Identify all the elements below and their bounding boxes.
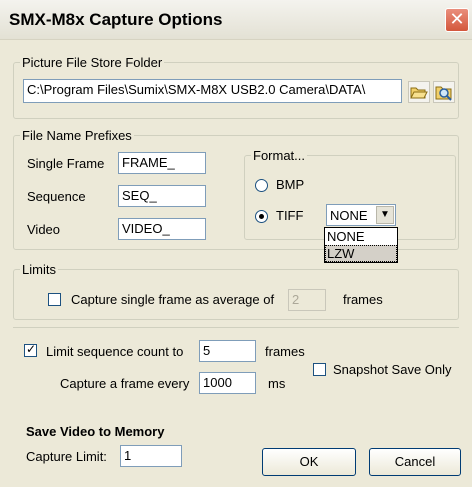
prefixes-label: File Name Prefixes — [22, 128, 132, 143]
store-folder-path-field[interactable]: C:\Program Files\Sumix\SMX-M8X USB2.0 Ca… — [23, 79, 402, 103]
compression-select[interactable]: NONE ▼ — [326, 204, 396, 226]
format-label: Format... — [253, 148, 306, 163]
limit-sequence-checkbox[interactable]: ✓ — [24, 342, 37, 357]
close-button[interactable]: ✕ — [445, 8, 469, 32]
single-frame-prefix-field[interactable]: FRAME_ — [118, 152, 206, 174]
checkmark-icon: ✓ — [26, 342, 37, 356]
tiff-radio-label: TIFF — [276, 208, 304, 223]
capture-options-dialog: SMX-M8x Capture Options ✕ Picture File S… — [0, 0, 472, 487]
average-frames-field[interactable]: 2 — [288, 289, 326, 311]
chevron-down-icon[interactable]: ▼ — [376, 206, 394, 224]
store-folder-label: Picture File Store Folder — [22, 55, 163, 70]
snapshot-only-checkbox[interactable] — [313, 363, 326, 376]
average-frames-checkbox[interactable] — [48, 293, 61, 306]
average-frames-unit: frames — [343, 292, 383, 307]
title-bar[interactable]: SMX-M8x Capture Options ✕ — [0, 0, 472, 40]
capture-limit-field[interactable]: 1 — [120, 445, 182, 467]
tiff-radio[interactable] — [255, 210, 268, 223]
separator-line — [13, 327, 459, 328]
compression-dropdown-list: NONE LZW — [324, 227, 398, 263]
video-prefix-field[interactable]: VIDEO_ — [118, 218, 206, 240]
close-icon: ✕ — [449, 9, 465, 29]
frame-interval-unit: ms — [268, 376, 286, 391]
compression-option-none[interactable]: NONE — [325, 228, 397, 245]
bmp-radio[interactable] — [255, 179, 268, 192]
sequence-count-unit: frames — [265, 344, 305, 359]
limits-label: Limits — [22, 262, 56, 277]
sequence-label: Sequence — [27, 189, 86, 204]
limit-sequence-label: Limit sequence count to — [46, 344, 184, 359]
magnifier-folder-icon — [435, 86, 452, 101]
limits-group: Limits — [13, 262, 459, 320]
window-title: SMX-M8x Capture Options — [9, 10, 223, 29]
compression-option-lzw[interactable]: LZW — [325, 245, 397, 262]
cancel-button[interactable]: Cancel — [369, 448, 461, 476]
ok-button[interactable]: OK — [262, 448, 356, 476]
frame-interval-field[interactable]: 1000 — [199, 372, 256, 394]
single-frame-label: Single Frame — [27, 156, 105, 171]
video-label: Video — [27, 222, 61, 237]
bmp-radio-label: BMP — [276, 177, 305, 192]
snapshot-only-label: Snapshot Save Only — [333, 362, 452, 377]
average-frames-label: Capture single frame as average of — [71, 292, 275, 307]
folder-open-icon — [410, 87, 428, 99]
sequence-prefix-field[interactable]: SEQ_ — [118, 185, 206, 207]
save-video-heading: Save Video to Memory — [26, 424, 165, 439]
frame-interval-label: Capture a frame every — [60, 376, 190, 391]
search-folder-button[interactable] — [433, 81, 455, 103]
browse-folder-button[interactable] — [408, 81, 430, 103]
compression-selected-value: NONE — [330, 208, 368, 223]
capture-limit-label: Capture Limit: — [26, 449, 107, 464]
sequence-count-field[interactable]: 5 — [199, 340, 256, 362]
